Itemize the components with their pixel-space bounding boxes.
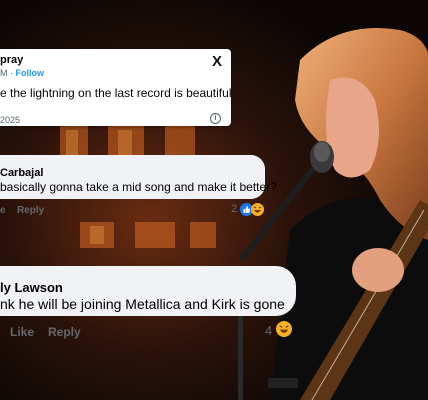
comment-author-name[interactable]: Carbajal [0,167,43,179]
comment-actions: e Reply [0,205,44,216]
reply-button[interactable]: Reply [48,325,81,339]
reply-button[interactable]: Reply [17,205,44,216]
tweet-author-name[interactable]: pray [0,54,23,66]
reaction-count[interactable]: 2 [231,203,237,215]
info-icon[interactable]: i [210,113,221,124]
comment-text: nk he will be joining Metallica and Kirk… [0,296,285,312]
facebook-comment: ly Lawson nk he will be joining Metallic… [0,266,308,348]
tweet-date[interactable]: 2025 [0,115,20,125]
like-button[interactable]: e [0,205,6,216]
haha-reaction-icon [251,203,264,216]
reaction-count[interactable]: 4 [265,323,272,338]
tweet-text: e the lightning on the last record is be… [0,86,232,100]
facebook-comment: Carbajal basically gonna take a mid song… [0,155,277,222]
comment-author-name[interactable]: ly Lawson [0,280,63,295]
haha-reaction-icon [276,321,292,337]
comment-text: basically gonna take a mid song and make… [0,180,277,194]
like-button[interactable]: Like [10,325,34,339]
tweet-card: pray M · Follow X e the lightning on the… [0,49,231,126]
tweet-handle-fragment: M · [0,68,16,78]
x-logo-icon[interactable]: X [212,53,222,70]
tweet-subline: M · Follow [0,68,44,78]
follow-button[interactable]: Follow [16,68,45,78]
